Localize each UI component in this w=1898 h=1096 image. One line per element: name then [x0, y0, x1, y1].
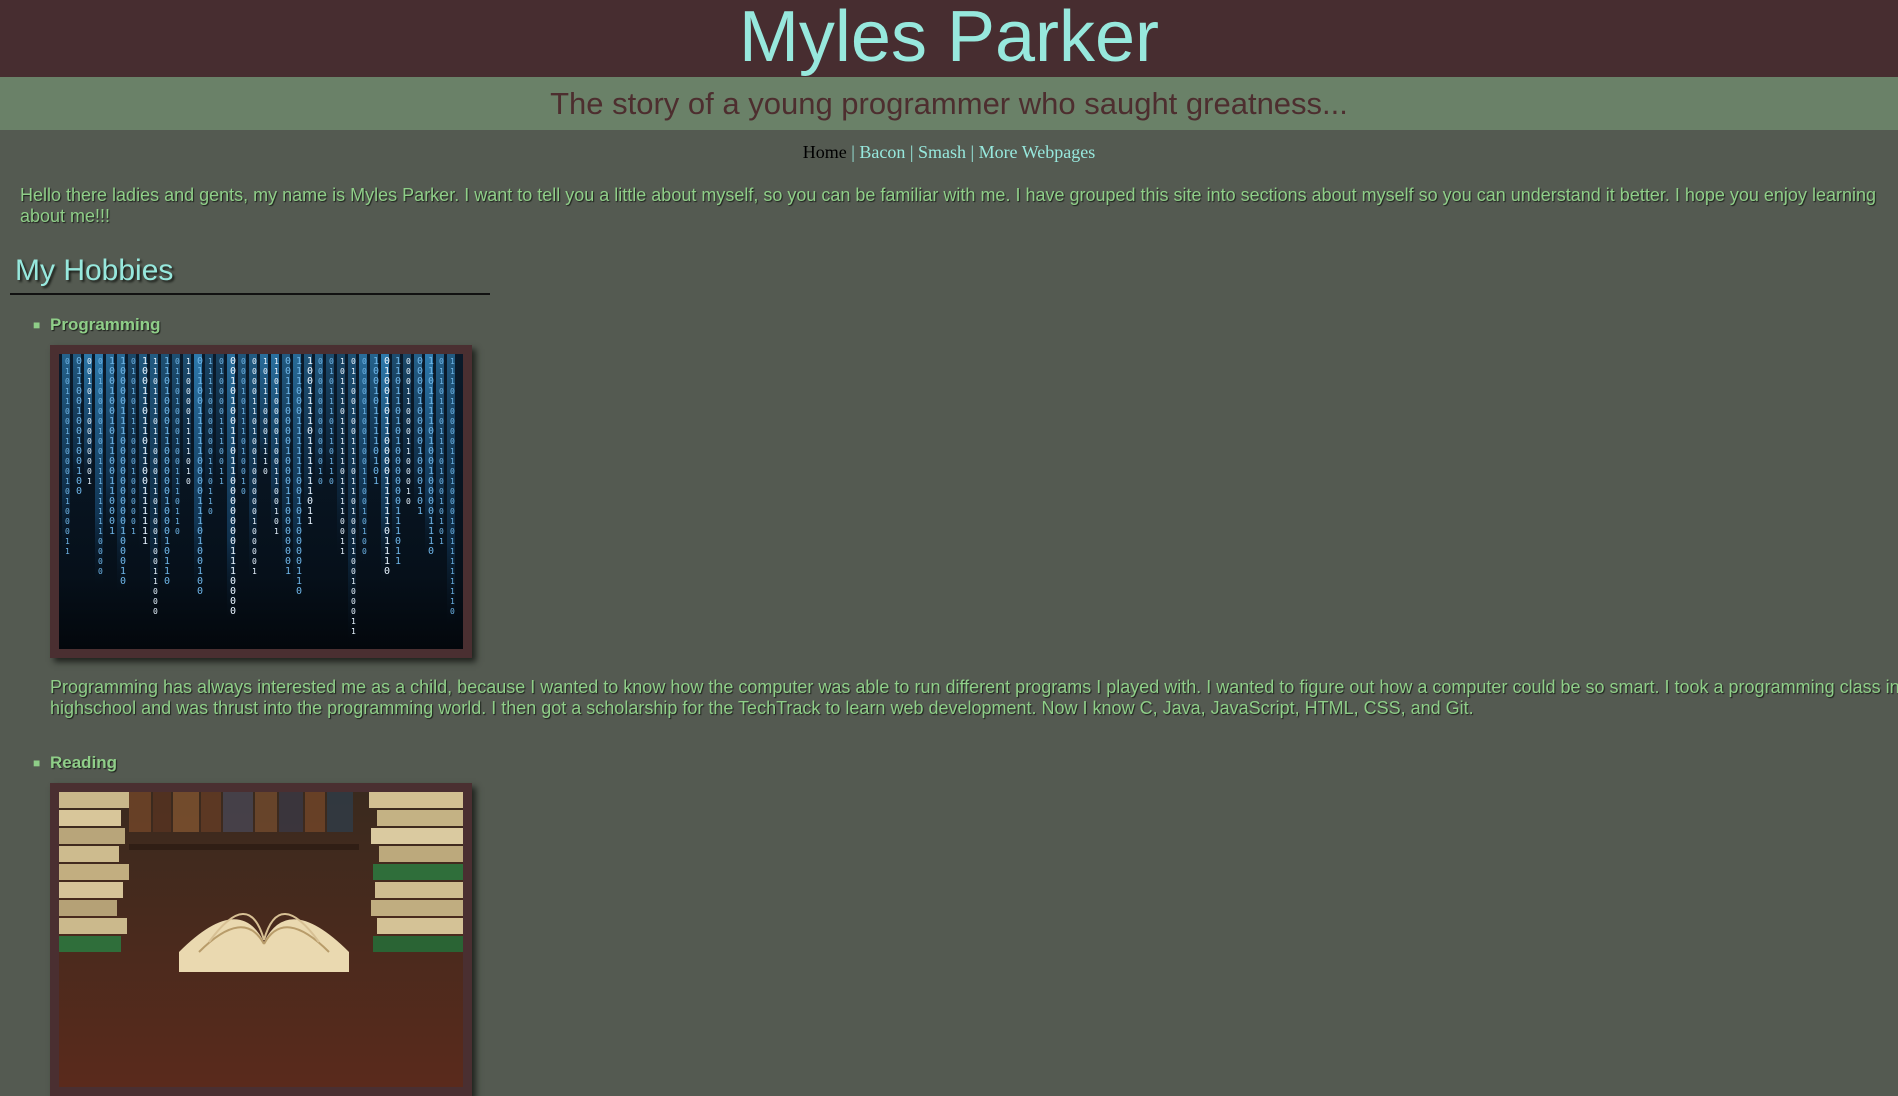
- hobby-title: Reading: [50, 753, 118, 772]
- books-image: [59, 792, 463, 1087]
- nav-more-webpages[interactable]: More Webpages: [979, 142, 1096, 162]
- description-line: Programming has always interested me as …: [50, 677, 1898, 697]
- intro-line: Hello there ladies and gents, my name is…: [20, 185, 1876, 205]
- hobbies-heading: My Hobbies: [15, 254, 174, 287]
- svg-text:00101001101100000001110000: 00101001101100000001110000: [230, 356, 236, 617]
- svg-text:011010001001110110: 011010001001110110: [175, 357, 180, 536]
- svg-text:0000000000010: 0000000000010: [318, 357, 323, 486]
- svg-text:100100101100110001: 100100101100110001: [109, 356, 115, 537]
- site-subheader: The story of a young programmer who saug…: [0, 77, 1898, 130]
- svg-text:010101110001000001: 010101110001000001: [131, 357, 136, 536]
- hobby-item-reading: ■ Reading: [0, 753, 1898, 1096]
- hobby-title: Programming: [50, 315, 161, 334]
- svg-text:11011101100011010010011000: 11011101100011010010011000: [153, 357, 158, 616]
- svg-text:10000111000000000100010: 10000111000000000100010: [120, 356, 126, 587]
- svg-text:0000110100100000100001: 0000110100100000100001: [252, 357, 257, 576]
- site-title: Myles Parker: [738, 0, 1160, 77]
- svg-text:10011110111111011: 10011110111111011: [307, 356, 313, 527]
- nav-separator: |: [970, 142, 975, 162]
- svg-text:101110001110: 101110001110: [263, 357, 268, 476]
- svg-text:11010001100000100010110: 11010001100000100010110: [164, 356, 170, 587]
- svg-text:0011100001000110000001: 0011100001000110000001: [285, 356, 291, 577]
- reading-image-frame: [50, 783, 472, 1096]
- svg-text:01100100100100: 01100100100100: [76, 356, 82, 497]
- hobby-item-programming: ■ Programming 0101100110001 0 1 0 0 0 1 …: [0, 315, 1898, 719]
- description-line: highschool and was thrust into the progr…: [50, 698, 1474, 718]
- intro-line: about me!!!: [20, 206, 111, 226]
- binary-code-image: 0 1 0 1 1 0 0 1 1 0 0 0 1 0 1 0 0 0 1 1 0 1 1 0 0 1 0 0 1 0 0 1 0 0 0 0 1 0 1 1…: [59, 354, 463, 649]
- bullet-icon: ■: [33, 318, 41, 332]
- svg-text:0010000100111111110000: 0010000100111111110000: [98, 357, 103, 576]
- programming-image-frame: 01011001100010100011 01100100100100 001011…: [50, 345, 472, 658]
- nav-home[interactable]: Home: [803, 142, 847, 162]
- svg-text:0110110111010010101: 0110110111010010101: [439, 357, 444, 546]
- hobbies-heading-block: My Hobbies: [10, 253, 490, 295]
- svg-text:00010111010010: 00010111010010: [241, 357, 246, 496]
- intro-paragraph: Hello there ladies and gents, my name is…: [20, 185, 1878, 227]
- hobby-description: Programming has always interested me as …: [50, 677, 1898, 719]
- svg-text:01011001100010100011: 01011001100010100011: [65, 357, 70, 556]
- svg-text:111000111111001010000110: 111000111111001010000110: [296, 356, 302, 597]
- nav-separator: |: [909, 142, 914, 162]
- svg-text:1111000000110110: 1111000000110110: [208, 357, 213, 516]
- svg-text:11101000011010001011111110: 11101000011010001011111110: [450, 357, 455, 616]
- svg-text:1001101101100111111: 1001101101100111111: [142, 356, 148, 547]
- svg-text:0100101100001111101110: 0100101100001111101110: [384, 356, 390, 577]
- svg-text:0110010011101101001100100011: 0110010011101101001100100011: [351, 357, 356, 636]
- nav-smash[interactable]: Smash: [918, 142, 966, 162]
- nav-bacon[interactable]: Bacon: [859, 142, 905, 162]
- main-nav: Home | Bacon | Smash | More Webpages: [0, 141, 1898, 163]
- svg-text:11011110100100001110: 11011110100100001110: [428, 356, 434, 557]
- svg-text:1100001111010: 1100001111010: [186, 357, 191, 486]
- svg-text:1001011110101: 1001011110101: [373, 356, 379, 487]
- svg-text:0000100001000101: 0000100001000101: [417, 356, 423, 517]
- svg-text:10111011111011110011: 10111011111011110011: [340, 357, 345, 556]
- svg-text:011001111100001110100100: 011001111100001110100100: [197, 356, 203, 597]
- svg-text:0101110110110: 0101110110110: [329, 357, 334, 486]
- svg-text:000110001100010: 000110001100010: [406, 357, 411, 506]
- svg-text:0100001110011: 0100001110011: [219, 357, 224, 486]
- nav-separator: |: [851, 142, 855, 162]
- site-header: Myles Parker: [0, 0, 1898, 77]
- svg-text:110110101000000111011: 110110101000000111011: [395, 356, 401, 567]
- site-tagline: The story of a young programmer who saug…: [550, 86, 1348, 121]
- bullet-icon: ■: [33, 756, 41, 770]
- svg-text:0010110000001: 0010110000001: [87, 357, 92, 486]
- svg-text:00000100100110010100: 00000100100110010100: [362, 357, 367, 556]
- hobbies-list: ■ Programming 0101100110001 0 1 0 0 0 1 …: [0, 315, 1898, 1096]
- svg-text:110100001001100101: 110100001001100101: [274, 357, 279, 536]
